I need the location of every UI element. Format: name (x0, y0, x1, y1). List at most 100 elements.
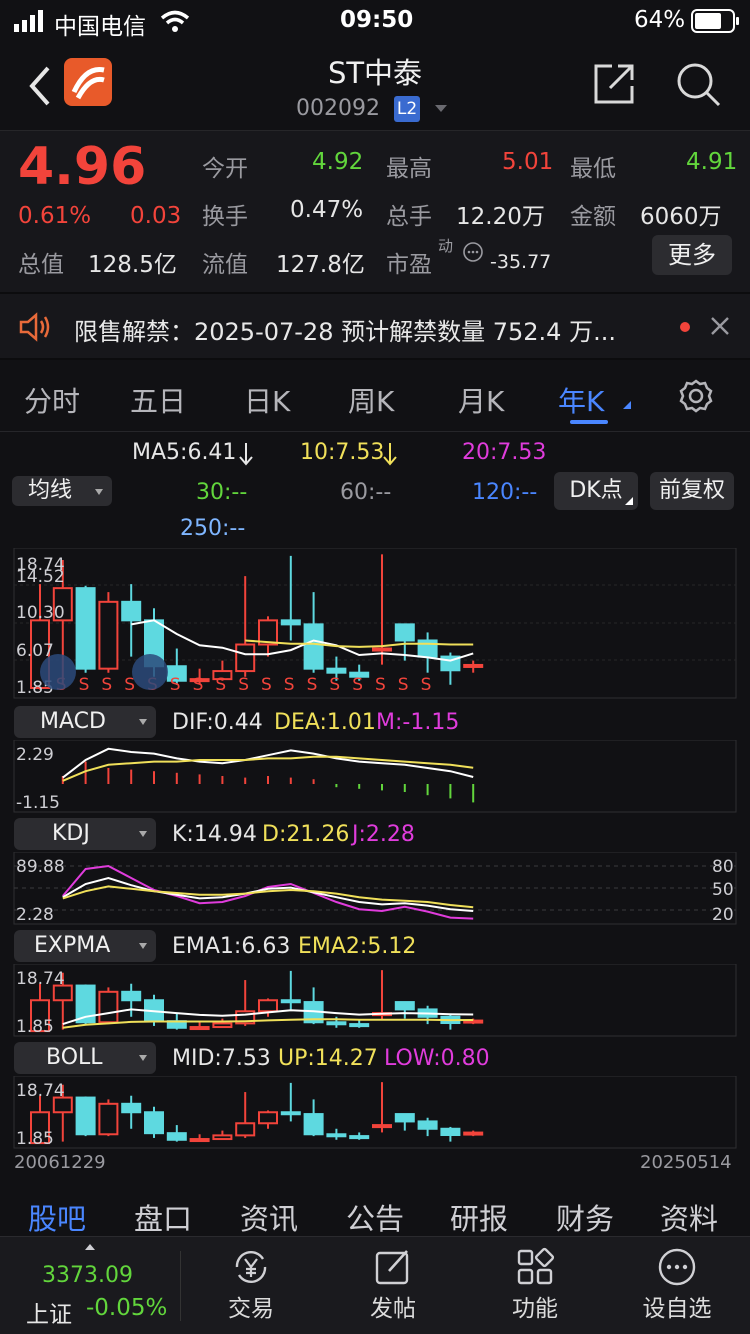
kdj-ref-50: 50 (712, 880, 734, 900)
more-dots-icon[interactable] (462, 241, 484, 263)
ma-selector[interactable]: 均线 (12, 476, 112, 506)
dock-trade[interactable]: 交易 (180, 1237, 322, 1334)
ma30-value: 30:-- (196, 480, 248, 505)
sell-signal-marker: S (329, 675, 340, 695)
index-ticker[interactable]: 3373.09 上证 -0.05% (0, 1237, 180, 1334)
sell-signal-marker: S (101, 675, 112, 695)
kdj-j: J:2.28 (352, 822, 415, 847)
macd-dea: DEA:1.01 (274, 710, 376, 735)
candle-body (235, 1122, 256, 1137)
event-marker-icon[interactable] (40, 654, 76, 690)
tab-five-day[interactable]: 五日 (130, 380, 186, 420)
up-triangle-icon (85, 1244, 95, 1250)
macd-chart[interactable]: 2.29 -1.15 (0, 740, 750, 814)
candle-body (75, 1096, 96, 1136)
battery-percent: 64% (634, 7, 686, 33)
kdj-chart[interactable]: 89.88 2.28 80 50 20 (0, 852, 750, 926)
main-kline-chart[interactable]: SSSSSSSSSSSSSSSSS 18.74 14.52 10.30 6.07… (0, 548, 750, 700)
tab-orderbook[interactable]: 盘口 (134, 1196, 192, 1238)
tab-announcements[interactable]: 公告 (346, 1196, 404, 1238)
kdj-k: K:14.94 (172, 822, 257, 847)
sell-signal-marker: S (352, 675, 363, 695)
total-cap-value: 128.5亿 (88, 252, 177, 278)
dk-point-button[interactable]: DK点 (554, 472, 638, 510)
candle-body (144, 1111, 164, 1135)
status-bar: 中国电信 09:50 64% (0, 0, 750, 44)
dock-add-watchlist-label: 设自选 (642, 1296, 712, 1322)
float-cap-label: 流值 (202, 252, 248, 278)
macd-selector-label: MACD (40, 709, 106, 734)
adjust-button[interactable]: 前复权 (650, 472, 734, 510)
candle-body (440, 1127, 461, 1137)
dk-point-label: DK点 (569, 478, 623, 503)
dk-dropdown-icon (625, 497, 633, 505)
boll-selector[interactable]: BOLL (14, 1042, 156, 1074)
pe-dynamic-tag: 动 (438, 237, 454, 255)
candle-body (189, 1138, 210, 1143)
tab-profile[interactable]: 资料 (660, 1196, 718, 1238)
tab-monthly-k[interactable]: 月K (458, 380, 504, 420)
macd-y-top: 2.29 (16, 745, 54, 765)
close-icon[interactable] (710, 316, 730, 336)
speaker-icon (19, 312, 50, 342)
tab-forum[interactable]: 股吧 (28, 1196, 86, 1238)
dock-functions[interactable]: 功能 (464, 1237, 606, 1334)
chevron-down-icon (95, 489, 103, 495)
low-value: 4.91 (686, 149, 738, 175)
expma-chart[interactable]: 18.74 1.85 (0, 964, 750, 1038)
dock-post[interactable]: 发帖 (322, 1237, 464, 1334)
notice-text: 限售解禁：2025-07-28 预计解禁数量 752.4 万... (74, 318, 616, 346)
dock-add-watchlist[interactable]: 设自选 (606, 1237, 748, 1334)
sell-signal-marker: S (238, 675, 249, 695)
tab-intraday[interactable]: 分时 (24, 380, 80, 420)
ema2-line (62, 1018, 474, 1029)
sell-signal-marker: S (421, 675, 432, 695)
candle-body (121, 600, 142, 622)
macd-selector[interactable]: MACD (14, 706, 156, 738)
stock-name: ST中泰 (327, 56, 423, 90)
tab-yearly-k[interactable]: 年K (558, 380, 604, 420)
tab-news[interactable]: 资讯 (240, 1196, 298, 1238)
tab-research[interactable]: 研报 (450, 1196, 508, 1238)
kdj-selector-label: KDJ (52, 821, 90, 846)
candle-body (166, 1132, 187, 1141)
ma250-value: 250:-- (180, 516, 246, 541)
event-marker-icon[interactable] (132, 654, 168, 690)
kdj-d: D:21.26 (262, 822, 350, 847)
stock-header: ST中泰 002092 L2 (0, 44, 750, 130)
candle-body (75, 587, 96, 670)
macd-y-low: -1.15 (16, 793, 60, 813)
ma10-down-arrow-icon (383, 443, 397, 466)
chevron-down-icon (139, 1055, 147, 1061)
boll-up: UP:14.27 (278, 1046, 378, 1071)
carrier-label: 中国电信 (54, 14, 146, 40)
stock-code: 002092 (296, 96, 380, 121)
boll-y-low: 1.85 (16, 1129, 54, 1149)
candle-body (394, 623, 415, 642)
tab-weekly-k[interactable]: 周K (348, 380, 394, 420)
share-icon[interactable] (592, 62, 636, 106)
pe-value: -35.77 (490, 251, 552, 273)
expma-ema1: EMA1:6.63 (172, 934, 291, 959)
ma20-value: 20:7.53 (462, 440, 547, 465)
index-name: 上证 (26, 1302, 72, 1328)
kdj-k-line (62, 876, 474, 912)
boll-chart[interactable]: 18.74 1.85 (0, 1076, 750, 1150)
settings-gear-icon[interactable] (678, 378, 714, 414)
more-button[interactable]: 更多 (652, 235, 732, 275)
ma10-value: 10:7.53 (300, 440, 385, 465)
expma-selector[interactable]: EXPMA (14, 930, 156, 962)
notice-banner[interactable]: 限售解禁：2025-07-28 预计解禁数量 752.4 万... (0, 292, 750, 360)
kdj-y-top: 89.88 (16, 857, 65, 877)
candle-body (258, 999, 278, 1013)
search-icon[interactable] (676, 62, 722, 108)
info-tabs: 股吧 盘口 资讯 公告 研报 财务 资料 (0, 1180, 750, 1236)
candle-body (303, 623, 324, 670)
index-value: 3373.09 (42, 1263, 133, 1288)
macd-dif: DIF:0.44 (172, 710, 263, 735)
kdj-selector[interactable]: KDJ (14, 818, 156, 850)
expma-y-top: 18.74 (16, 969, 65, 989)
code-dropdown-icon[interactable] (434, 104, 448, 114)
tab-finance[interactable]: 财务 (556, 1196, 614, 1238)
tab-daily-k[interactable]: 日K (244, 380, 290, 420)
